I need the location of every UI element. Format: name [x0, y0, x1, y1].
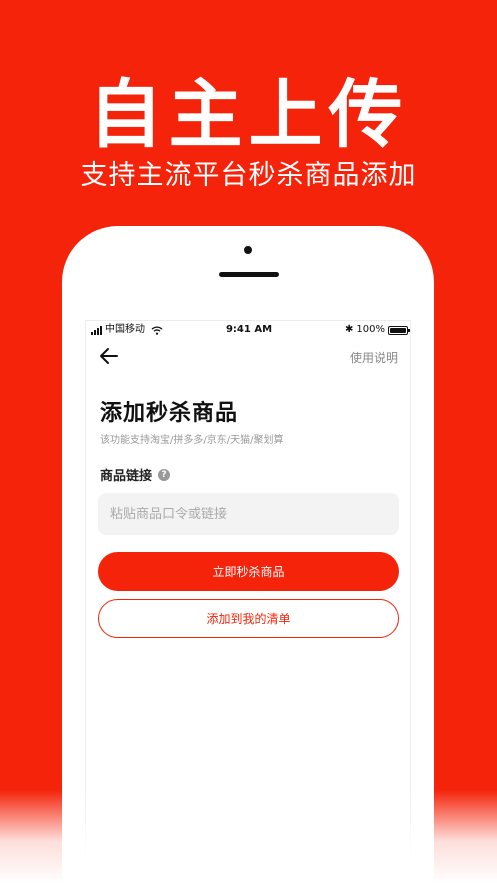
status-right: ✱ 100%: [345, 321, 410, 339]
add-to-list-button[interactable]: 添加到我的清单: [98, 599, 399, 638]
seckill-now-button[interactable]: 立即秒杀商品: [98, 552, 399, 591]
link-label-row: 商品链接 ?: [100, 465, 171, 484]
link-field-label: 商品链接: [100, 469, 153, 484]
page-title: 添加秒杀商品: [100, 401, 239, 426]
bluetooth-icon: ✱: [345, 324, 354, 335]
hero-subtitle: 支持主流平台秒杀商品添加: [80, 160, 417, 191]
help-link[interactable]: 使用说明: [350, 349, 398, 366]
page-description: 该功能支持淘宝/拼多多/京东/天猫/聚划算: [100, 435, 284, 446]
phone-speaker: [219, 272, 279, 277]
phone-mockup: 中国移动 9:41 AM ✱ 100% 使用说明 添加秒杀商品 该功能支持淘宝/…: [62, 226, 434, 883]
back-arrow-icon[interactable]: [96, 343, 122, 369]
question-mark-icon[interactable]: ?: [158, 468, 171, 481]
app-screen: 中国移动 9:41 AM ✱ 100% 使用说明 添加秒杀商品 该功能支持淘宝/…: [85, 320, 411, 883]
battery-percent: 100%: [356, 324, 385, 335]
phone-camera: [244, 246, 252, 254]
product-link-input[interactable]: [98, 493, 399, 535]
status-bar: 中国移动 9:41 AM ✱ 100%: [86, 321, 412, 339]
hero-title: 自主上传: [88, 72, 409, 158]
battery-icon: [388, 325, 410, 335]
